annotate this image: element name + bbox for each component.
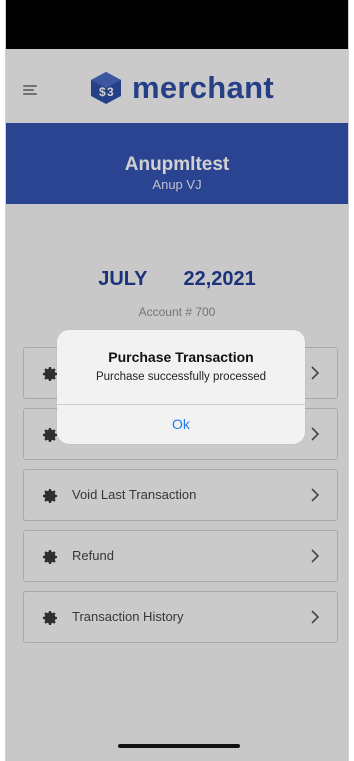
phone-screen: $ 3 merchant Anupmltest Anup VJ JULY 22,… [5,0,349,761]
purchase-alert-dialog: Purchase Transaction Purchase successful… [57,330,305,444]
status-bar [6,0,348,49]
home-indicator[interactable] [118,744,240,748]
ok-button[interactable]: Ok [57,404,305,444]
dialog-title: Purchase Transaction [108,349,254,365]
dialog-message: Purchase successfully processed [95,371,267,383]
